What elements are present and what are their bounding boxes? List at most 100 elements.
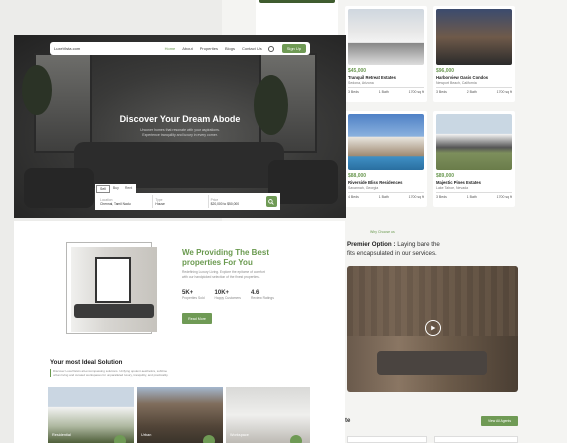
area-size: 1700 sq ft [408, 90, 424, 94]
type-field[interactable]: Type House [153, 195, 209, 208]
search-button[interactable] [265, 196, 277, 207]
property-name: Tranquil Retreat Estates [348, 75, 396, 80]
arrow-button[interactable] [203, 435, 215, 443]
area-size: 1700 sq ft [496, 90, 512, 94]
property-card[interactable] [256, 0, 338, 40]
nav-contact[interactable]: Contact Us [242, 46, 262, 51]
property-search-bar: Location Chennai, Tamil Nadu Type House … [95, 193, 280, 210]
play-icon[interactable] [425, 320, 441, 336]
stat-label: Properties Sold [182, 296, 205, 300]
search-icon [268, 198, 275, 205]
property-location: Newport Beach, California [436, 81, 477, 85]
property-price: $89,000 [436, 173, 455, 179]
hero-title: Discover Your Dream Abode [119, 114, 241, 124]
tab-buy[interactable]: Buy [110, 185, 122, 193]
category-label: Workspace [230, 433, 249, 437]
stat-label: Review Ratings [250, 296, 274, 300]
category-card-workspace[interactable]: Workspace [226, 387, 310, 443]
beds-count: 3 Beds [348, 90, 359, 94]
area-size: 1700 sq ft [496, 195, 512, 199]
read-more-button[interactable]: Read More [182, 313, 212, 324]
choose-title: Premier Option : Laying bare the fits en… [347, 240, 507, 258]
location-value: Chennai, Tamil Nadu [100, 201, 131, 206]
stat-properties: 5K+ Properties Sold [182, 290, 205, 300]
beds-count: 3 Beds [436, 90, 447, 94]
photo-window [95, 257, 131, 303]
arrow-button[interactable] [290, 435, 302, 443]
hero-section: LuxeVista.com Home About Properties Blog… [14, 35, 346, 218]
agent-card[interactable] [434, 436, 518, 443]
hero-subtitle: Uncover homes that resonate with your as… [140, 128, 220, 137]
arrow-button[interactable] [114, 435, 126, 443]
site-logo[interactable]: LuxeVista.com [54, 46, 80, 51]
type-value: House [155, 201, 165, 206]
ideal-title: Your most Ideal Solution [50, 359, 123, 366]
stat-ratings: 4.6 Review Ratings [251, 290, 274, 300]
price-field[interactable]: Price $20,000 to $50,000 [209, 195, 263, 208]
property-name: Riverside Bliss Residences [348, 180, 403, 185]
search-icon[interactable] [267, 45, 274, 52]
category-card-residential[interactable]: Residential [48, 387, 134, 443]
nav-about[interactable]: About [182, 46, 192, 51]
about-description: Redefining Luxury Living. Explore the ep… [182, 270, 265, 279]
ideal-description: Discover LuxeVista's all-encompassing so… [50, 369, 172, 377]
property-photo [436, 114, 512, 170]
hero-sofa [74, 142, 284, 188]
property-location: Sedona, Arizona [348, 81, 374, 85]
signup-button[interactable]: Sign Up [281, 44, 306, 53]
photo-sofa [74, 304, 154, 318]
stat-customers: 10K+ Happy Customers [215, 290, 241, 300]
baths-count: 1 Bath [378, 195, 389, 199]
agents-title: te [345, 418, 351, 424]
interior-photo [71, 247, 157, 332]
property-name: Harborview Oasis Condos [436, 75, 489, 80]
property-price: $96,000 [436, 68, 455, 74]
tab-sell[interactable]: Sell [96, 185, 110, 193]
beds-count: 3 Beds [436, 195, 447, 199]
beds-count: 4 Beds [348, 195, 359, 199]
property-photo [348, 114, 424, 170]
area-size: 1700 sq ft [408, 195, 424, 199]
baths-count: 2 Bath [466, 90, 477, 94]
price-value: $20,000 to $50,000 [210, 201, 240, 206]
hero-chair [24, 168, 94, 208]
property-location: Savannah, Georgia [348, 186, 379, 190]
property-features: 3 Beds 2 Bath 1700 sq ft [436, 87, 512, 94]
category-label: Residential [52, 433, 71, 437]
nav-links: Home About Properties Blogs Contact Us [165, 46, 262, 51]
property-card[interactable]: $89,000 Majestic Pines Estates Lake Taho… [433, 111, 515, 207]
plant-decor [22, 65, 52, 115]
nav-properties[interactable]: Properties [200, 46, 218, 51]
video-player[interactable] [347, 266, 518, 392]
choose-title-rest: Laying bare the [395, 241, 440, 248]
property-photo [348, 9, 424, 65]
property-price: $45,000 [348, 68, 367, 74]
property-card[interactable]: $96,000 Harborview Oasis Condos Newport … [433, 6, 515, 102]
property-photo [259, 0, 335, 3]
property-features: 3 Beds 1 Bath 1700 sq ft [436, 192, 512, 199]
video-sofa [377, 351, 487, 375]
location-field[interactable]: Location Chennai, Tamil Nadu [98, 195, 154, 208]
section-tag: Why Choose us [370, 230, 395, 234]
tab-rent[interactable]: Rent [122, 185, 135, 193]
nav-home[interactable]: Home [165, 46, 176, 51]
stats-row: 5K+ Properties Sold 10K+ Happy Customers… [182, 290, 274, 300]
category-card-urban[interactable]: Urban [137, 387, 223, 443]
plant-decor [254, 75, 288, 135]
property-card[interactable]: $88,000 Riverside Bliss Residences Savan… [345, 111, 427, 207]
choose-title-bold: Premier Option : [347, 241, 396, 248]
property-card[interactable]: $45,000 Tranquil Retreat Estates Sedona,… [345, 6, 427, 102]
choose-title-line2: fits encapsulated in our services. [347, 250, 437, 257]
agent-card[interactable] [347, 436, 427, 443]
nav-blogs[interactable]: Blogs [225, 46, 235, 51]
top-navbar: LuxeVista.com Home About Properties Blog… [50, 42, 310, 55]
view-all-agents-button[interactable]: View All Agents [481, 416, 518, 426]
stat-label: Happy Customers [214, 296, 241, 300]
property-photo [436, 9, 512, 65]
property-price: $88,000 [348, 173, 367, 179]
property-features: 3 Beds 1 Bath 1700 sq ft [348, 87, 424, 94]
about-title: We Providing The Best properties For You [182, 248, 269, 267]
baths-count: 1 Bath [378, 90, 389, 94]
property-features: 4 Beds 1 Bath 1700 sq ft [348, 192, 424, 199]
property-location: Lake Tahoe, Nevada [436, 186, 469, 190]
